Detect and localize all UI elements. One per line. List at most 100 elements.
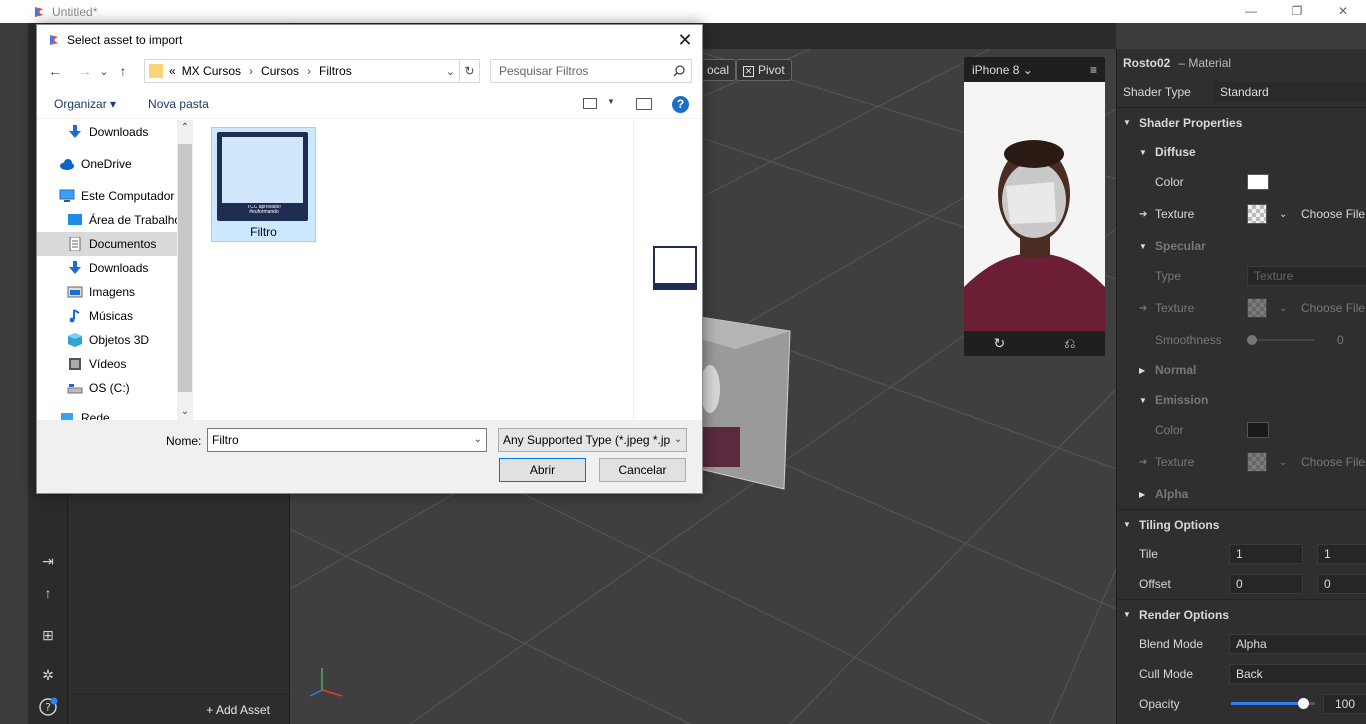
device-selector[interactable]: iPhone 8 ⌄ (972, 63, 1033, 77)
scroll-down-icon[interactable]: ⌄ (177, 404, 193, 420)
nav-imagens[interactable]: Imagens (37, 280, 177, 304)
caret-down-icon[interactable]: ▼ (1123, 610, 1133, 619)
restore-button[interactable]: ❐ (1274, 0, 1320, 23)
breadcrumb-item[interactable]: Filtros (319, 64, 352, 78)
offset-x-input[interactable]: 0 (1229, 574, 1303, 594)
nav-rede[interactable]: Rede (37, 406, 177, 420)
chevron-down-icon[interactable]: ▼ (607, 97, 615, 106)
blend-mode-select[interactable]: Alpha (1229, 634, 1366, 654)
nav-os-c[interactable]: OS (C:) (37, 376, 177, 400)
import-icon[interactable]: ⇥ (38, 551, 58, 571)
normal-header[interactable]: Normal (1155, 363, 1196, 377)
link-arrow-icon: ➔ (1139, 456, 1148, 468)
shader-type-select[interactable]: Standard (1213, 82, 1366, 102)
nav-downloads[interactable]: Downloads (37, 120, 177, 144)
minimize-button[interactable]: — (1228, 0, 1274, 23)
organize-menu[interactable]: Organizar ▾ (54, 97, 116, 111)
nav-area-de-trabalho[interactable]: Área de Trabalho (37, 208, 177, 232)
smoothness-slider[interactable] (1251, 339, 1315, 341)
cull-mode-select[interactable]: Back (1229, 664, 1366, 684)
opacity-thumb[interactable] (1298, 698, 1310, 709)
tile-y-input[interactable]: 1 (1317, 544, 1366, 564)
choose-file-button[interactable]: Choose File... (1301, 301, 1366, 315)
caret-down-icon[interactable]: ▼ (1139, 396, 1149, 405)
diffuse-color-swatch[interactable] (1247, 174, 1269, 190)
menu-icon[interactable]: ≡ (1090, 63, 1097, 77)
caret-down-icon[interactable]: ▼ (1139, 242, 1149, 251)
breadcrumb-item[interactable]: MX Cursos (182, 64, 241, 78)
shader-properties-header[interactable]: Shader Properties (1139, 116, 1242, 130)
recent-locations-icon[interactable]: ⌄ (97, 65, 111, 78)
add-folder-icon[interactable]: ⊞ (38, 625, 58, 645)
address-bar[interactable]: « MX Cursos › Cursos › Filtros ⌄ ↻ (144, 59, 480, 83)
caret-down-icon[interactable]: ▼ (1123, 118, 1133, 127)
help-icon[interactable]: ? (38, 697, 58, 717)
nav-musicas[interactable]: Músicas (37, 304, 177, 328)
nav-videos[interactable]: Vídeos (37, 352, 177, 376)
chevron-down-icon[interactable]: ⌄ (670, 429, 686, 451)
chevron-down-icon[interactable]: ⌄ (1279, 303, 1287, 314)
diffuse-texture-thumb[interactable] (1247, 204, 1267, 224)
render-options-header[interactable]: Render Options (1139, 608, 1229, 622)
scroll-up-icon[interactable]: ⌃ (177, 120, 193, 136)
rotate-camera-icon[interactable]: ↻ (994, 335, 1006, 352)
opacity-input[interactable]: 100 (1323, 694, 1366, 714)
nav-este-computador[interactable]: Este Computador (37, 184, 177, 208)
tiling-options-header[interactable]: Tiling Options (1139, 518, 1219, 532)
preview-pane-icon[interactable] (636, 98, 652, 110)
local-toggle[interactable]: ocal (700, 59, 737, 81)
back-arrow-icon[interactable]: ← (43, 63, 67, 79)
caret-down-icon[interactable]: ▼ (1139, 148, 1149, 157)
view-mode-icon[interactable] (583, 98, 597, 109)
filetype-select[interactable]: Any Supported Type (*.jpeg *.jp ⌄ (498, 428, 687, 452)
nav-scrollbar[interactable]: ⌃ ⌄ (177, 120, 193, 420)
nav-documentos[interactable]: Documentos (37, 232, 177, 256)
emission-color-swatch[interactable] (1247, 422, 1269, 438)
chevron-down-icon[interactable]: ⌄ (474, 429, 482, 451)
caret-down-icon[interactable]: ▼ (1123, 520, 1133, 529)
file-item[interactable]: TCC aprovado! #euformando Filtro (211, 127, 316, 242)
add-asset-button[interactable]: + Add Asset (68, 694, 290, 724)
upload-icon[interactable]: ↑ (38, 583, 58, 603)
caret-right-icon[interactable]: ▶ (1139, 490, 1149, 499)
breadcrumb-item[interactable]: Cursos (261, 64, 299, 78)
chevron-down-icon[interactable]: ⌄ (1279, 457, 1287, 468)
up-arrow-icon[interactable]: ↑ (111, 63, 135, 79)
specular-texture-thumb[interactable] (1247, 298, 1267, 318)
diffuse-header[interactable]: Diffuse (1155, 145, 1196, 159)
forward-arrow-icon[interactable]: → (73, 63, 97, 79)
new-folder-button[interactable]: Nova pasta (148, 97, 209, 111)
flip-device-icon[interactable]: ⎌ (1064, 335, 1075, 352)
nav-onedrive[interactable]: OneDrive (37, 152, 177, 176)
close-icon[interactable]: ✕ (668, 25, 702, 55)
close-window-button[interactable]: ✕ (1320, 0, 1366, 23)
emission-header[interactable]: Emission (1155, 393, 1208, 407)
choose-file-button[interactable]: Choose File... (1301, 207, 1366, 221)
refresh-icon[interactable]: ↻ (459, 60, 479, 82)
scroll-thumb[interactable] (178, 144, 192, 392)
pivot-toggle[interactable]: ✕ Pivot (736, 59, 792, 81)
bug-icon[interactable]: ✲ (38, 665, 58, 685)
chevron-down-icon[interactable]: ⌄ (1279, 209, 1287, 220)
smoothness-label: Smoothness (1155, 333, 1222, 347)
tile-x-input[interactable]: 1 (1229, 544, 1303, 564)
offset-y-input[interactable]: 0 (1317, 574, 1366, 594)
cancel-button[interactable]: Cancelar (599, 458, 686, 482)
alpha-header[interactable]: Alpha (1155, 487, 1188, 501)
open-button[interactable]: Abrir (499, 458, 586, 482)
smoothness-thumb[interactable] (1247, 335, 1257, 345)
specular-header[interactable]: Specular (1155, 239, 1206, 253)
breadcrumb-overflow[interactable]: « (169, 64, 176, 78)
nav-objetos-3d[interactable]: Objetos 3D (37, 328, 177, 352)
shader-type-label: Shader Type (1123, 85, 1191, 99)
choose-file-button[interactable]: Choose File... (1301, 455, 1366, 469)
smoothness-value[interactable]: 0 (1337, 333, 1344, 347)
caret-right-icon[interactable]: ▶ (1139, 366, 1149, 375)
help-icon[interactable]: ? (672, 96, 689, 113)
specular-type-select[interactable]: Texture (1247, 266, 1366, 286)
emission-texture-thumb[interactable] (1247, 452, 1267, 472)
nav-downloads-2[interactable]: Downloads (37, 256, 177, 280)
search-input[interactable]: Pesquisar Filtros (490, 59, 692, 83)
chevron-down-icon[interactable]: ⌄ (446, 65, 455, 78)
filename-input[interactable]: Filtro ⌄ (207, 428, 487, 452)
